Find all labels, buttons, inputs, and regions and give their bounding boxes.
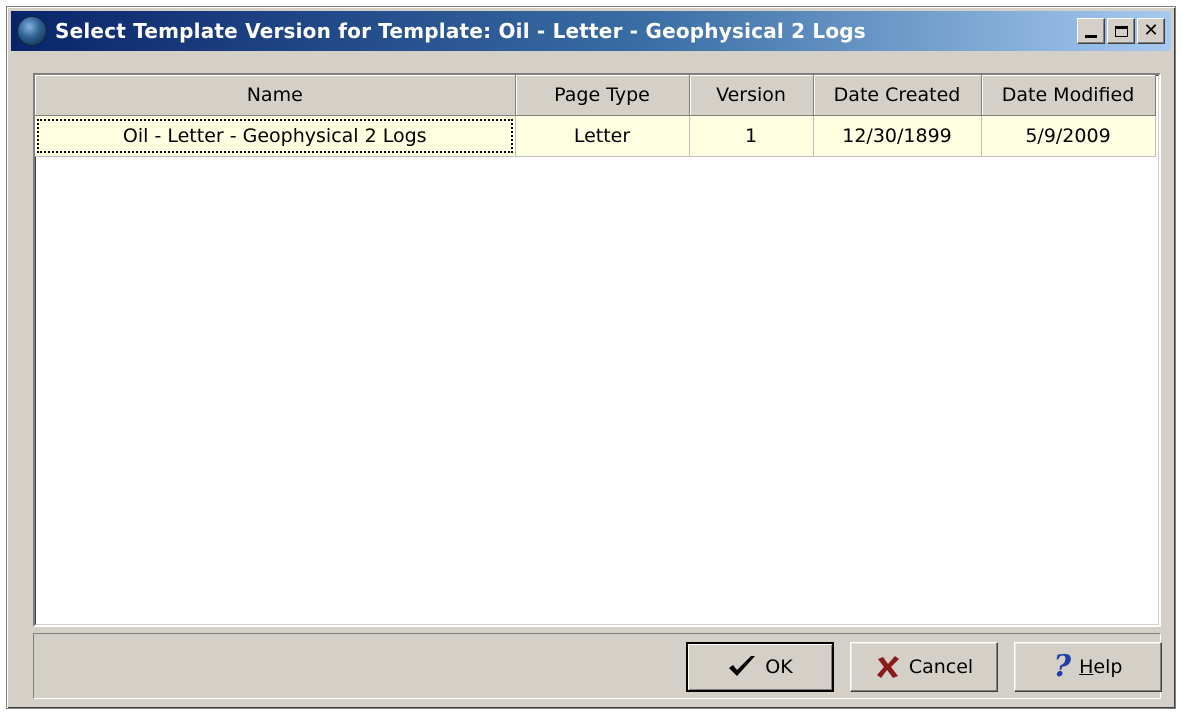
cell-name[interactable]: Oil - Letter - Geophysical 2 Logs: [35, 115, 516, 157]
cell-version[interactable]: 1: [689, 115, 814, 157]
ok-button[interactable]: OK: [686, 642, 834, 692]
ok-label: OK: [765, 656, 793, 678]
dialog-window: Select Template Version for Template: Oi…: [6, 6, 1176, 709]
minimize-button[interactable]: [1077, 18, 1105, 44]
window-title: Select Template Version for Template: Oi…: [55, 19, 866, 43]
globe-icon: [17, 16, 47, 46]
maximize-button[interactable]: [1107, 18, 1135, 44]
column-header-version[interactable]: Version: [689, 75, 814, 116]
window-controls: ✕: [1077, 18, 1165, 44]
cancel-button[interactable]: Cancel: [850, 642, 998, 692]
table-row[interactable]: Oil - Letter - Geophysical 2 Logs Letter…: [35, 115, 1156, 157]
close-icon: ✕: [1143, 20, 1159, 41]
help-button[interactable]: ? Help: [1014, 642, 1162, 692]
button-bar: OK Cancel ? Help: [33, 633, 1162, 699]
cancel-label: Cancel: [908, 656, 974, 678]
grid-inner-border: [35, 75, 1159, 625]
cell-date-modified[interactable]: 5/9/2009: [981, 115, 1156, 157]
column-header-page-type[interactable]: Page Type: [515, 75, 690, 116]
template-version-grid: Name Page Type Version Date Created Date…: [33, 73, 1161, 627]
help-label-rest: elp: [1093, 656, 1123, 678]
column-header-date-modified[interactable]: Date Modified: [981, 75, 1156, 116]
help-label: Help: [1079, 656, 1122, 678]
cell-name-text: Oil - Letter - Geophysical 2 Logs: [37, 119, 513, 153]
title-bar[interactable]: Select Template Version for Template: Oi…: [11, 11, 1171, 51]
close-button[interactable]: ✕: [1137, 18, 1165, 44]
help-mnemonic: H: [1079, 656, 1094, 678]
column-header-name[interactable]: Name: [35, 75, 516, 116]
grid-table: Name Page Type Version Date Created Date…: [35, 75, 1156, 157]
check-icon: [729, 656, 756, 676]
cell-date-created[interactable]: 12/30/1899: [813, 115, 982, 157]
question-icon: ?: [1053, 649, 1072, 684]
grid-header-row: Name Page Type Version Date Created Date…: [35, 75, 1156, 116]
column-header-date-created[interactable]: Date Created: [813, 75, 982, 116]
minimize-icon: [1085, 34, 1097, 38]
maximize-icon: [1114, 25, 1128, 37]
x-icon: [876, 656, 899, 678]
cell-page-type[interactable]: Letter: [515, 115, 690, 157]
